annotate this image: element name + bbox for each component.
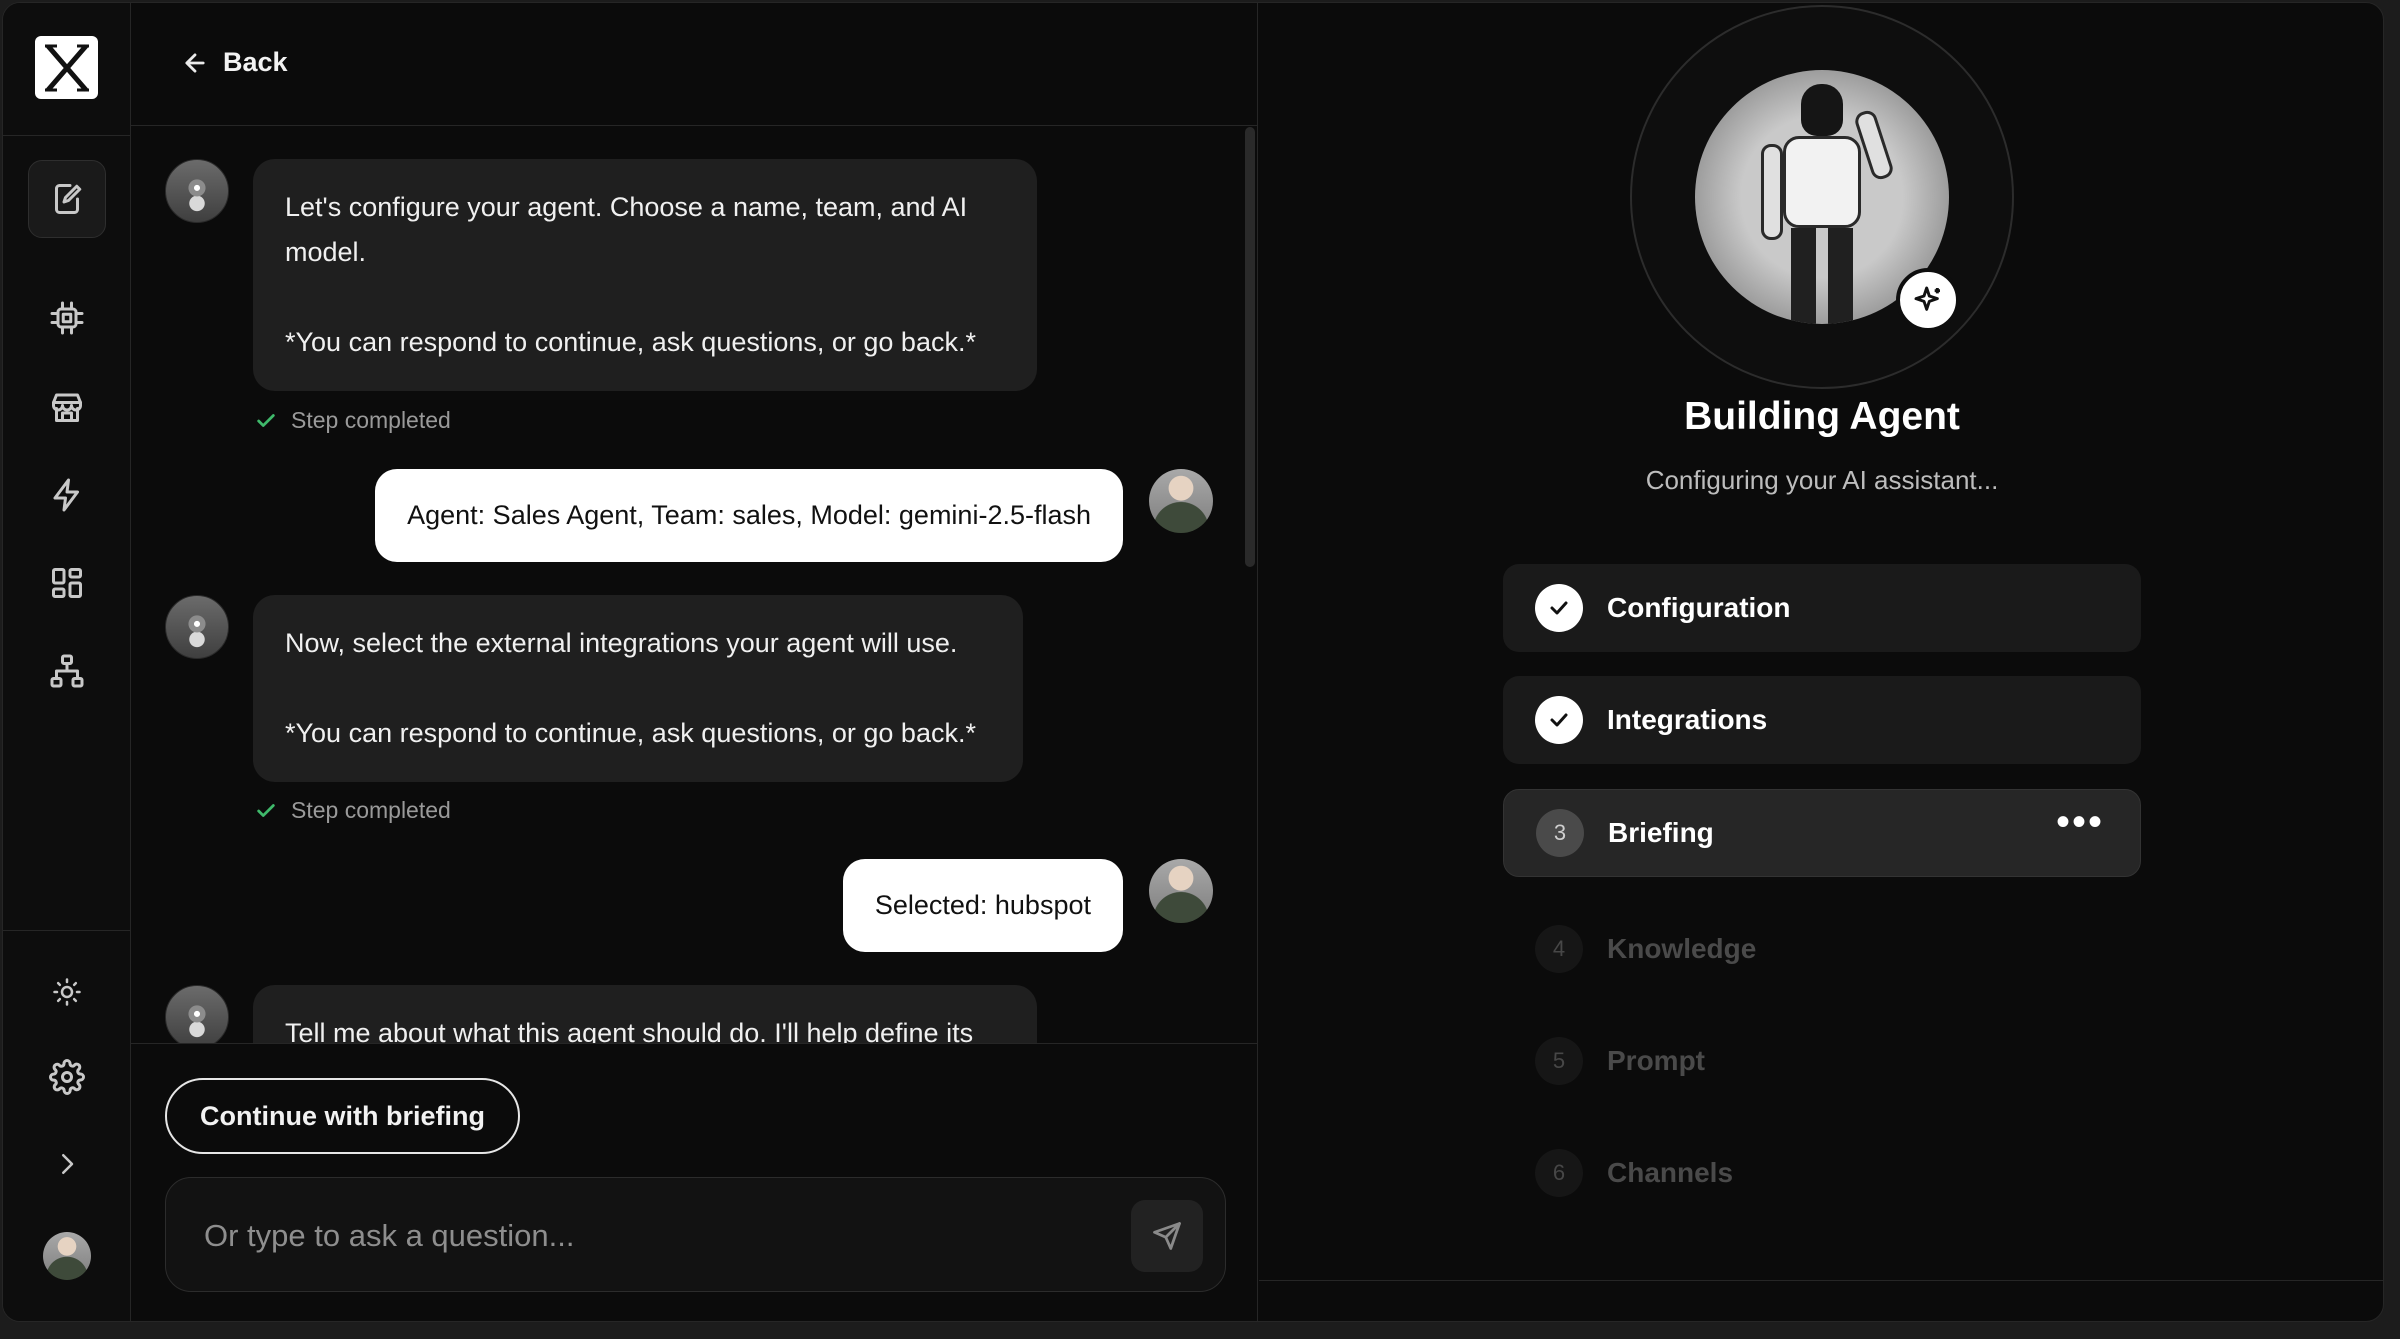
agent-avatar (165, 985, 229, 1043)
step-configuration[interactable]: Configuration (1503, 564, 2141, 652)
sidebar-divider (3, 135, 131, 136)
grid-icon (52, 568, 82, 598)
step-number: 4 (1535, 925, 1583, 973)
step-number: 6 (1535, 1149, 1583, 1197)
bot-message: Now, select the external integrations yo… (253, 595, 1023, 782)
chat-header: Back (131, 3, 1257, 126)
continue-briefing-button[interactable]: Continue with briefing (165, 1078, 520, 1154)
sparkle-icon (1914, 286, 1940, 311)
sidebar-item-org[interactable] (28, 632, 106, 710)
step-marker (1535, 696, 1583, 744)
message-line: *You can respond to continue, ask questi… (285, 327, 976, 357)
builder-subtitle: Configuring your AI assistant... (1645, 465, 1999, 495)
chevron-right-icon (62, 1154, 74, 1174)
step-knowledge: 4 Knowledge (1503, 905, 2141, 993)
robot-head (1801, 84, 1843, 136)
sidebar-item-agents[interactable] (28, 279, 106, 357)
generate-avatar-button[interactable] (1896, 268, 1960, 332)
check-icon (1550, 713, 1568, 727)
chip-icon (50, 301, 84, 335)
send-icon (1153, 1222, 1181, 1250)
status-text: Step completed (291, 407, 451, 433)
step-completed-status: Step completed (255, 407, 451, 434)
robot-torso (1783, 136, 1861, 228)
step-label: Integrations (1607, 704, 1768, 735)
robot-legs (1791, 228, 1853, 324)
step-number: 5 (1535, 1037, 1583, 1085)
message-list[interactable]: Let's configure your agent. Choose a nam… (131, 127, 1257, 1043)
message-scrollbar[interactable] (1245, 127, 1255, 567)
step-label: Knowledge (1607, 933, 1757, 964)
expand-sidebar-button[interactable] (28, 1125, 106, 1203)
step-integrations[interactable]: Integrations (1503, 676, 2141, 764)
sidebar-item-marketplace[interactable] (28, 368, 106, 446)
sidebar-item-automations[interactable] (28, 456, 106, 534)
message-text: Agent: Sales Agent, Team: sales, Model: … (407, 500, 1091, 530)
check-icon (257, 803, 275, 817)
step-label: Briefing (1608, 817, 1714, 848)
step-marker (1535, 584, 1583, 632)
chat-footer: Continue with briefing (131, 1043, 1257, 1321)
edit-document-icon (55, 184, 82, 214)
hierarchy-icon (50, 654, 84, 688)
x-logo-icon (44, 43, 89, 92)
message-text: Selected: hubspot (874, 890, 1091, 920)
lightning-icon (53, 478, 79, 512)
step-completed-status: Step completed (255, 797, 451, 824)
sun-icon (53, 978, 81, 1006)
agent-avatar (165, 159, 229, 223)
sidebar (3, 3, 131, 1321)
sidebar-item-dashboard[interactable] (28, 544, 106, 622)
step-briefing[interactable]: 3 Briefing ••• (1503, 789, 2141, 877)
chat-input[interactable] (204, 1208, 1084, 1263)
message-line: model. (285, 237, 367, 267)
back-button[interactable]: Back (181, 47, 288, 78)
message-line: Tell me about what this agent should do.… (285, 1018, 974, 1043)
more-dots-icon: ••• (2055, 800, 2104, 844)
sidebar-divider (3, 930, 131, 931)
message-line: Now, select the external integrations yo… (285, 628, 958, 658)
message-line: *You can respond to continue, ask questi… (285, 718, 976, 748)
bot-message: Tell me about what this agent should do.… (253, 985, 1037, 1043)
app-window: Back Let's configure your agent. Choose … (2, 2, 2384, 1322)
theme-toggle[interactable] (28, 953, 106, 1031)
sidebar-item-editor[interactable] (28, 160, 106, 238)
step-label: Prompt (1607, 1045, 1705, 1076)
arrow-left-icon (185, 52, 205, 73)
chat-panel: Back Let's configure your agent. Choose … (131, 3, 1258, 1321)
store-icon (52, 393, 82, 422)
step-prompt: 5 Prompt (1503, 1017, 2141, 1105)
panel-divider (1259, 1280, 2383, 1281)
app-logo[interactable] (35, 36, 98, 99)
agent-builder-panel: Building Agent Configuring your AI assis… (1259, 3, 2383, 1321)
robot-arm (1761, 144, 1783, 240)
user-avatar (1149, 469, 1213, 533)
send-button[interactable] (1131, 1200, 1203, 1272)
builder-title: Building Agent (1684, 395, 1960, 438)
user-message: Selected: hubspot (842, 859, 1123, 952)
user-message: Agent: Sales Agent, Team: sales, Model: … (375, 469, 1123, 562)
gear-icon (49, 1059, 85, 1095)
step-number: 3 (1536, 809, 1584, 857)
user-avatar[interactable] (43, 1232, 91, 1280)
user-avatar (1149, 859, 1213, 923)
back-label: Back (223, 47, 288, 77)
step-channels: 6 Channels (1503, 1129, 2141, 1217)
status-text: Step completed (291, 797, 451, 823)
agent-avatar (165, 595, 229, 659)
bot-message: Let's configure your agent. Choose a nam… (253, 159, 1037, 391)
chat-input-container (165, 1177, 1226, 1292)
settings-button[interactable] (28, 1038, 106, 1116)
step-label: Configuration (1607, 592, 1791, 623)
check-icon (257, 413, 275, 427)
message-line: Let's configure your agent. Choose a nam… (285, 192, 968, 222)
step-label: Channels (1607, 1157, 1734, 1188)
check-icon (1550, 601, 1568, 615)
